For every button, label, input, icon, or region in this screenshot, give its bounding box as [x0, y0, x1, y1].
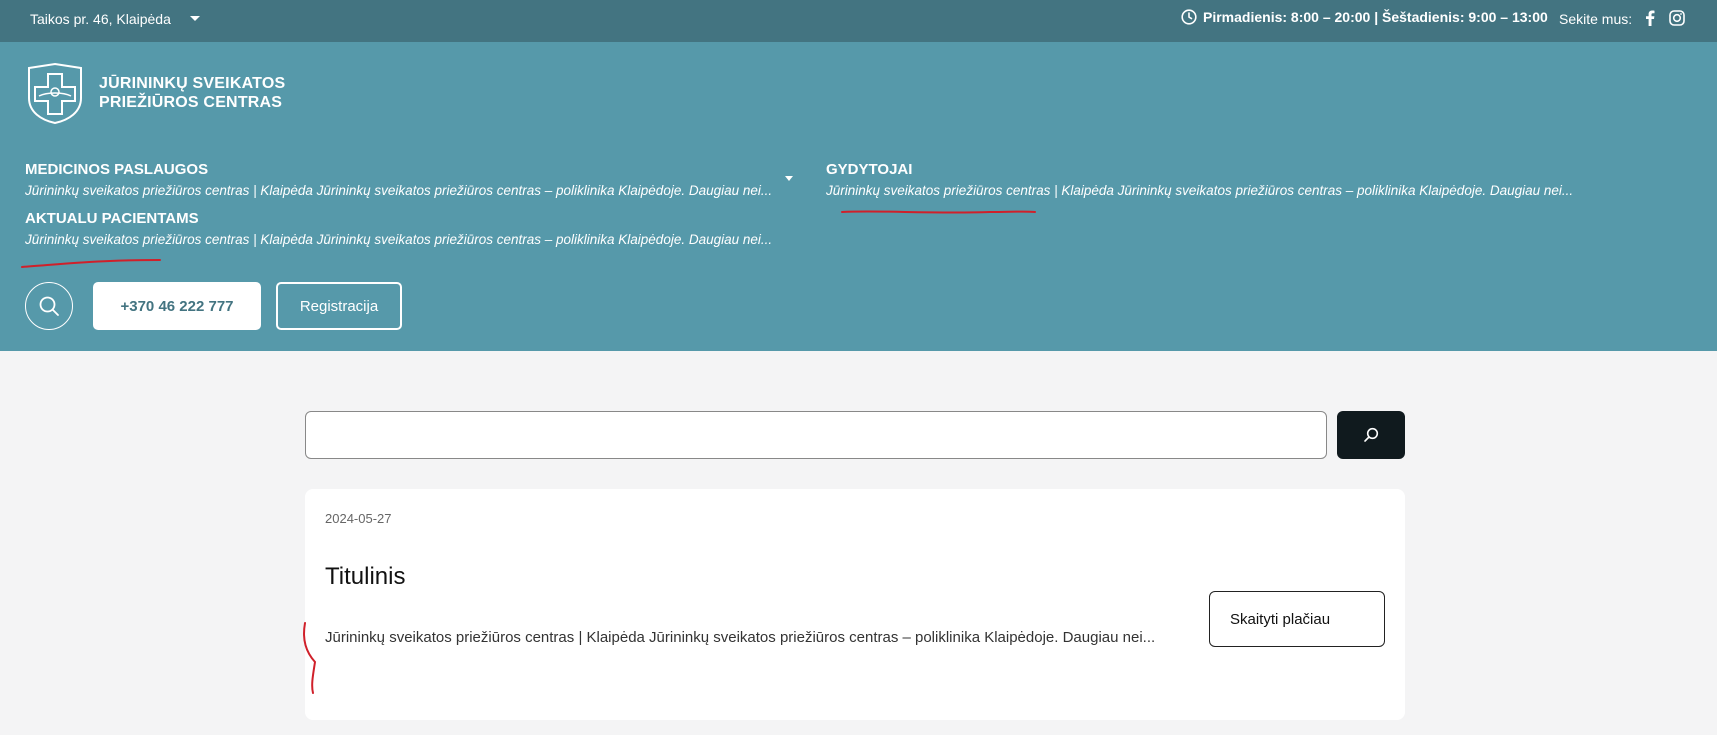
- result-date: 2024-05-27: [325, 511, 392, 526]
- brand-name[interactable]: JŪRININKŲ SVEIKATOS PRIEŽIŪROS CENTRAS: [99, 74, 285, 112]
- chevron-down-icon[interactable]: [190, 16, 200, 21]
- phone-button[interactable]: +370 46 222 777: [93, 282, 261, 330]
- brand-line-1: JŪRININKŲ SVEIKATOS: [99, 75, 286, 92]
- result-title[interactable]: Titulinis: [325, 563, 405, 591]
- nav-gydytojai[interactable]: GYDYTOJAI: [826, 161, 912, 178]
- site-header: JŪRININKŲ SVEIKATOS PRIEŽIŪROS CENTRAS M…: [0, 42, 1717, 351]
- top-bar: Taikos pr. 46, Klaipėda Pirmadienis: 8:0…: [0, 0, 1717, 42]
- clock-icon: [1181, 9, 1197, 25]
- nav-gydytojai-desc: Jūrininkų sveikatos priežiūros centras |…: [826, 183, 1574, 198]
- logo[interactable]: [25, 62, 85, 129]
- search-submit-button[interactable]: [1337, 411, 1405, 459]
- instagram-icon[interactable]: [1669, 10, 1685, 29]
- search-icon: [1364, 427, 1379, 442]
- address-selector[interactable]: Taikos pr. 46, Klaipėda: [30, 11, 171, 27]
- read-more-button[interactable]: Skaityti plačiau: [1209, 591, 1385, 647]
- opening-hours-text: Pirmadienis: 8:00 – 20:00 | Šeštadienis:…: [1203, 9, 1548, 25]
- opening-hours: Pirmadienis: 8:00 – 20:00 | Šeštadienis:…: [1181, 9, 1548, 25]
- register-button[interactable]: Registracija: [276, 282, 402, 330]
- header-search-button[interactable]: [25, 282, 73, 330]
- search-result-card: 2024-05-27 Titulinis Jūrininkų sveikatos…: [305, 489, 1405, 720]
- search-icon: [39, 296, 59, 316]
- chevron-down-icon[interactable]: [785, 176, 793, 181]
- follow-label: Sekite mus:: [1559, 11, 1633, 27]
- facebook-icon[interactable]: [1645, 10, 1655, 29]
- nav-aktualu-pacientams-desc: Jūrininkų sveikatos priežiūros centras |…: [25, 232, 773, 247]
- brand-line-2: PRIEŽIŪROS CENTRAS: [99, 94, 283, 111]
- search-input[interactable]: [305, 411, 1327, 459]
- nav-aktualu-pacientams[interactable]: AKTUALU PACIENTAMS: [25, 210, 199, 227]
- logo-cross-icon: [28, 62, 82, 125]
- result-excerpt: Jūrininkų sveikatos priežiūros centras |…: [325, 629, 1156, 646]
- nav-medicinos-paslaugos-desc: Jūrininkų sveikatos priežiūros centras |…: [25, 183, 773, 198]
- nav-medicinos-paslaugos[interactable]: MEDICINOS PASLAUGOS: [25, 161, 208, 178]
